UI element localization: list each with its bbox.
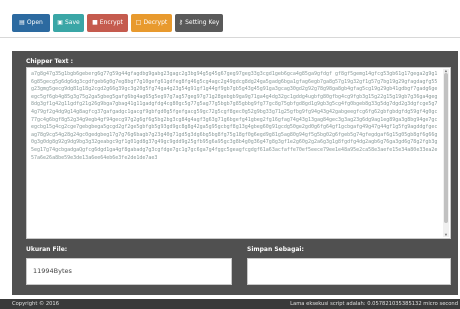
- chipper-textarea[interactable]: a7g8g47g35g1bgb6geberg6g77g59g44gfagdbg9…: [26, 67, 451, 239]
- main-panel: Chipper Text : a7g8g47g35g1bgb6geberg6g7…: [12, 51, 458, 295]
- save-as-label: Simpan Sebagai:: [247, 246, 304, 253]
- scroll-down-arrow-icon[interactable]: ▼: [443, 233, 449, 237]
- execution-time-text: Lama eksekusi script adalah: 0.057821035…: [290, 301, 458, 307]
- key-icon: ⚷: [178, 19, 184, 26]
- save-as-field[interactable]: [247, 258, 451, 285]
- setting-key-button-label: Setting Key: [185, 19, 220, 26]
- decrypt-button[interactable]: □ Decrypt: [131, 14, 172, 32]
- encrypt-button-label: Encrypt: [99, 19, 123, 26]
- setting-key-button[interactable]: ⚷ Setting Key: [175, 14, 223, 32]
- footer: Copyright © 2016 Lama eksekusi script ad…: [0, 299, 460, 309]
- copyright-text: Copyright © 2016: [12, 301, 60, 307]
- folder-open-icon: ▤: [19, 19, 25, 26]
- scroll-thumb[interactable]: [444, 73, 448, 223]
- file-size-field[interactable]: 11994Bytes: [26, 258, 232, 285]
- open-button-label: Open: [26, 19, 43, 26]
- save-button[interactable]: ▣ Save: [53, 14, 84, 32]
- floppy-disk-icon: ▣: [57, 19, 63, 26]
- toolbar: ▤ Open ▣ Save ■ Encrypt □ Decrypt ⚷ Setting K…: [0, 0, 460, 38]
- open-button[interactable]: ▤ Open: [12, 14, 50, 32]
- file-size-label: Ukuran File:: [26, 246, 68, 253]
- unlock-icon: □: [135, 19, 142, 26]
- save-button-label: Save: [64, 19, 80, 26]
- textarea-scrollbar[interactable]: ▲ ▼: [443, 69, 449, 237]
- lock-icon: ■: [92, 19, 98, 26]
- decrypt-button-label: Decrypt: [143, 19, 168, 26]
- chipper-text-label: Chipper Text :: [26, 58, 74, 65]
- chipper-text-content: a7g8g47g35g1bgb6geberg6g77g59g44gfagdbg9…: [31, 71, 438, 161]
- encrypt-button[interactable]: ■ Encrypt: [87, 14, 128, 32]
